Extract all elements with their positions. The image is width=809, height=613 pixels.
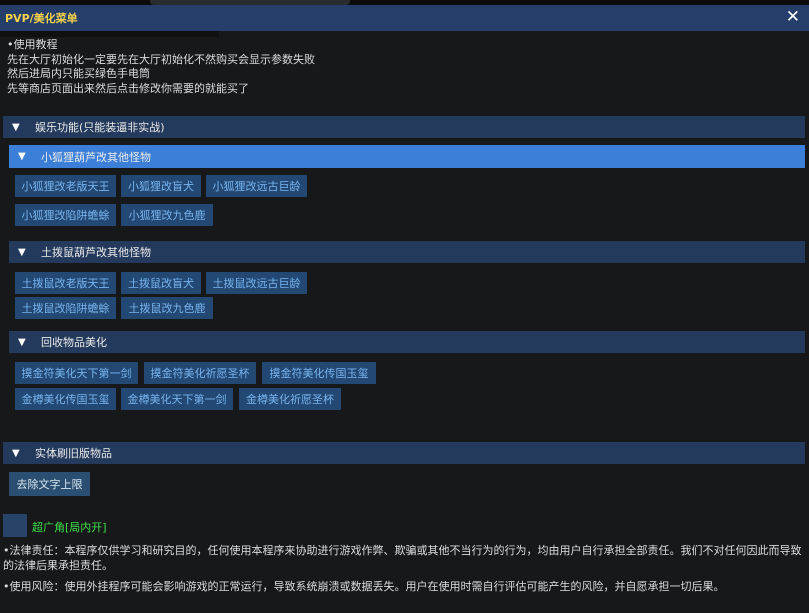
header-label: 娱乐功能(只能装逼非实战)	[35, 121, 165, 134]
triangle-down-icon: ▼	[18, 336, 26, 348]
fox-to-ancient-giant-button[interactable]: 小狐狸改远古巨龄	[206, 175, 307, 197]
mole-to-nine-color-deer-button[interactable]: 土拨鼠改九色鹿	[121, 297, 213, 319]
tutorial-text: •使用教程 先在大厅初始化一定要先在大厅初始化不然购买会显示参数失败 然后进局内…	[7, 38, 315, 96]
header-label: 回收物品美化	[41, 336, 107, 349]
menu-window: PVP/美化菜单 ✕ •使用教程 先在大厅初始化一定要先在大厅初始化不然购买会显…	[0, 0, 809, 613]
header-mole[interactable]: ▼ 土拨鼠葫芦改其他怪物	[9, 241, 805, 263]
tutorial-line: 先在大厅初始化一定要先在大厅初始化不然购买会显示参数失败	[7, 52, 315, 66]
mojin-to-grail-button[interactable]: 摸金符美化祈愿圣杯	[144, 362, 256, 384]
window-title: PVP/美化菜单	[5, 12, 78, 25]
fox-to-nine-color-deer-button[interactable]: 小狐狸改九色鹿	[121, 204, 213, 226]
header-entertainment[interactable]: ▼ 娱乐功能(只能装逼非实战)	[3, 116, 805, 138]
tutorial-line: 先等商店页面出来然后点击修改你需要的就能买了	[7, 81, 249, 95]
mole-to-ancient-giant-button[interactable]: 土拨鼠改远古巨龄	[206, 272, 307, 294]
tutorial-line: •使用教程	[7, 38, 58, 51]
header-label: 小狐狸葫芦改其他怪物	[41, 150, 151, 164]
triangle-down-icon: ▼	[18, 151, 26, 162]
triangle-down-icon: ▼	[12, 447, 20, 459]
title-bar[interactable]: PVP/美化菜单 ✕	[0, 5, 809, 31]
mole-to-blind-dog-button[interactable]: 土拨鼠改盲犬	[121, 272, 201, 294]
fox-to-trap-toad-button[interactable]: 小狐狸改陷阱蟾蜍	[15, 204, 116, 226]
close-icon[interactable]: ✕	[786, 5, 800, 29]
fox-to-blind-dog-button[interactable]: 小狐狸改盲犬	[121, 175, 201, 197]
mojin-to-sword-button[interactable]: 摸金符美化天下第一剑	[15, 362, 138, 384]
fox-to-old-tianwang-button[interactable]: 小狐狸改老版天王	[15, 175, 116, 197]
header-label: 土拨鼠葫芦改其他怪物	[41, 246, 151, 259]
header-recycle[interactable]: ▼ 回收物品美化	[9, 331, 805, 353]
triangle-down-icon: ▼	[18, 246, 26, 258]
header-real-items[interactable]: ▼ 实体刷旧版物品	[3, 442, 805, 464]
wide-angle-label: 超广角[局内开]	[32, 521, 107, 534]
title-underline	[0, 31, 219, 37]
header-fox[interactable]: ▼ 小狐狸葫芦改其他怪物	[9, 145, 805, 168]
mole-to-trap-toad-button[interactable]: 土拨鼠改陷阱蟾蜍	[15, 297, 116, 319]
legal-responsibility-text: •法律责任：本程序仅供学习和研究目的，任何使用本程序来协助进行游戏作弊、欺骗或其…	[3, 544, 802, 572]
usage-risk-text: •使用风险：使用外挂程序可能会影响游戏的正常运行，导致系统崩溃或数据丢失。用户在…	[3, 580, 725, 593]
mojin-to-jade-seal-button[interactable]: 摸金符美化传国玉玺	[262, 362, 376, 384]
tutorial-line: 然后进局内只能买绿色手电筒	[7, 67, 150, 80]
jinzun-to-grail-button[interactable]: 金樽美化祈愿圣杯	[239, 388, 341, 410]
jinzun-to-sword-button[interactable]: 金樽美化天下第一剑	[121, 388, 233, 410]
header-label: 实体刷旧版物品	[35, 447, 112, 460]
remove-text-limit-button[interactable]: 去除文字上限	[9, 472, 90, 496]
mole-to-old-tianwang-button[interactable]: 土拨鼠改老版天王	[15, 272, 116, 294]
triangle-down-icon: ▼	[12, 121, 20, 133]
jinzun-to-jade-seal-button[interactable]: 金樽美化传国玉玺	[15, 388, 116, 410]
wide-angle-checkbox[interactable]	[3, 514, 27, 537]
